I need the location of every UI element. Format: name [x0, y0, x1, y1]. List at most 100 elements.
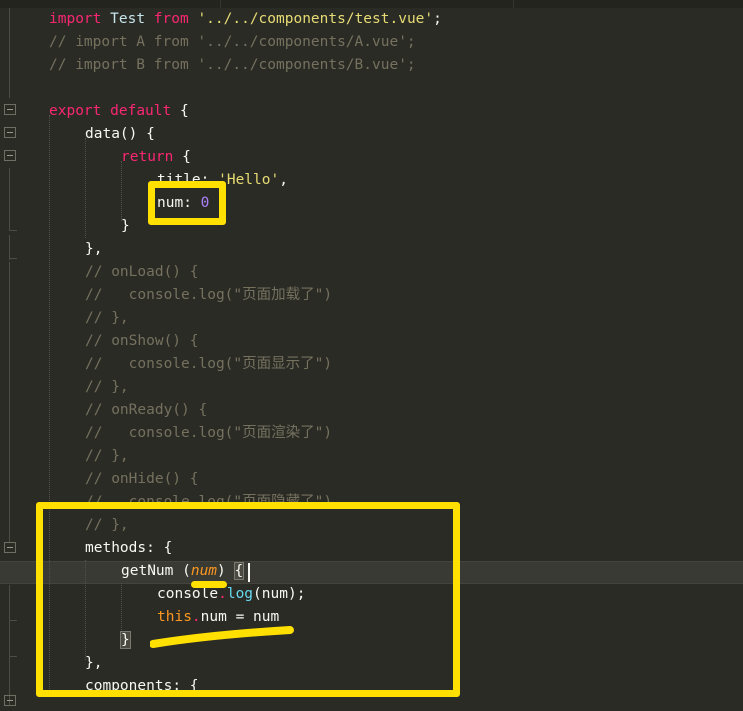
- code-token: },: [85, 655, 103, 671]
- code-line-text: import Test from '../../components/test.…: [0, 8, 442, 31]
- code-line-text: // onLoad() {: [0, 261, 199, 284]
- code-line-text: getNum (num) {: [0, 560, 245, 583]
- code-line[interactable]: methods: {: [0, 537, 743, 560]
- code-line[interactable]: }: [0, 215, 743, 238]
- code-token: // console.log("页面渲染了"): [85, 425, 333, 441]
- code-line[interactable]: // onReady() {: [0, 399, 743, 422]
- code-line[interactable]: // },: [0, 445, 743, 468]
- code-line-text: // console.log("页面渲染了"): [0, 422, 332, 445]
- code-line[interactable]: [0, 77, 743, 100]
- code-line[interactable]: this.num = num: [0, 606, 743, 629]
- code-line[interactable]: // onLoad() {: [0, 261, 743, 284]
- code-token: import: [49, 11, 102, 27]
- code-token: num = num: [200, 609, 280, 625]
- code-line-text: // },: [0, 307, 129, 330]
- code-token: : {: [146, 540, 173, 556]
- code-token: .: [191, 609, 201, 625]
- code-token: num: [190, 563, 218, 579]
- code-line[interactable]: // console.log("页面渲染了"): [0, 422, 743, 445]
- code-line-text: components: {: [0, 675, 199, 698]
- code-token: ): [217, 563, 226, 579]
- code-token: // onShow() {: [85, 333, 199, 349]
- code-line[interactable]: // onHide() {: [0, 468, 743, 491]
- code-token: this: [157, 609, 192, 625]
- text-cursor: [248, 563, 250, 582]
- code-line-text: // import A from '../../components/A.vue…: [0, 31, 416, 54]
- code-line[interactable]: // import A from '../../components/A.vue…: [0, 31, 743, 54]
- code-line-text: // console.log("页面显示了"): [0, 353, 332, 376]
- code-line[interactable]: title: 'Hello',: [0, 169, 743, 192]
- code-token: data: [85, 126, 120, 142]
- code-line-text: },: [0, 652, 102, 675]
- code-line[interactable]: },: [0, 652, 743, 675]
- code-line-text: console.log(num);: [0, 583, 305, 606]
- code-line[interactable]: getNum (num) {: [0, 560, 743, 583]
- code-line[interactable]: return {: [0, 146, 743, 169]
- code-line[interactable]: },: [0, 238, 743, 261]
- code-token: // onLoad() {: [85, 264, 199, 280]
- code-token: default: [110, 103, 172, 119]
- code-line-text: // onHide() {: [0, 468, 199, 491]
- code-line[interactable]: // console.log("页面隐藏了"): [0, 491, 743, 514]
- code-line-text: }: [0, 629, 131, 652]
- code-line[interactable]: export default {: [0, 100, 743, 123]
- code-line-text: // console.log("页面加载了"): [0, 284, 332, 307]
- code-token: 0: [200, 195, 210, 211]
- code-token: // },: [85, 310, 129, 326]
- code-line-text: num: 0: [0, 192, 209, 215]
- code-token: log: [226, 586, 254, 602]
- code-token: // console.log("页面加载了"): [85, 287, 333, 303]
- code-token: {: [171, 103, 189, 119]
- code-line-text: // },: [0, 445, 129, 468]
- code-token: // onHide() {: [85, 471, 199, 487]
- code-line[interactable]: components: {: [0, 675, 743, 698]
- code-line[interactable]: import Test from '../../components/test.…: [0, 8, 743, 31]
- code-token: title:: [157, 172, 219, 188]
- code-line[interactable]: console.log(num);: [0, 583, 743, 606]
- code-line[interactable]: data() {: [0, 123, 743, 146]
- code-line[interactable]: // onShow() {: [0, 330, 743, 353]
- code-editor[interactable]: import Test from '../../components/test.…: [0, 0, 743, 711]
- code-token: // import A from '../../components/A.vue…: [49, 34, 416, 50]
- code-token: {: [173, 149, 191, 165]
- code-line[interactable]: // console.log("页面加载了"): [0, 284, 743, 307]
- code-token: components: [85, 678, 173, 694]
- code-token: // onReady() {: [85, 402, 208, 418]
- code-token: (num);: [253, 586, 306, 602]
- code-line-text: // onReady() {: [0, 399, 207, 422]
- code-line-text: title: 'Hello',: [0, 169, 288, 192]
- code-line-text: data() {: [0, 123, 155, 146]
- code-content[interactable]: import Test from '../../components/test.…: [0, 0, 743, 711]
- code-line-text: },: [0, 238, 102, 261]
- code-token: Test: [110, 11, 146, 27]
- code-line[interactable]: // },: [0, 307, 743, 330]
- code-line-text: export default {: [0, 100, 189, 123]
- code-line[interactable]: }: [0, 629, 743, 652]
- code-token: '../../components/test.vue': [197, 11, 434, 27]
- code-token: // console.log("页面隐藏了"): [85, 494, 333, 510]
- code-token: : {: [172, 678, 199, 694]
- code-token: console: [157, 586, 219, 602]
- code-token: () {: [119, 126, 155, 142]
- code-line[interactable]: // },: [0, 514, 743, 537]
- code-line-text: // onShow() {: [0, 330, 199, 353]
- code-token: ;: [433, 11, 442, 27]
- code-line[interactable]: // console.log("页面显示了"): [0, 353, 743, 376]
- code-line[interactable]: // import B from '../../components/B.vue…: [0, 54, 743, 77]
- code-line-text: this.num = num: [0, 606, 279, 629]
- code-line-text: methods: {: [0, 537, 172, 560]
- code-line-text: // },: [0, 376, 129, 399]
- code-token: {: [233, 562, 245, 580]
- code-token: num:: [157, 195, 201, 211]
- code-token: // import B from '../../components/B.vue…: [49, 57, 416, 73]
- code-token: .: [218, 586, 227, 602]
- code-token: }: [121, 218, 130, 234]
- code-token: from: [153, 11, 189, 27]
- code-token: ,: [279, 172, 288, 188]
- code-line[interactable]: // },: [0, 376, 743, 399]
- code-line[interactable]: num: 0: [0, 192, 743, 215]
